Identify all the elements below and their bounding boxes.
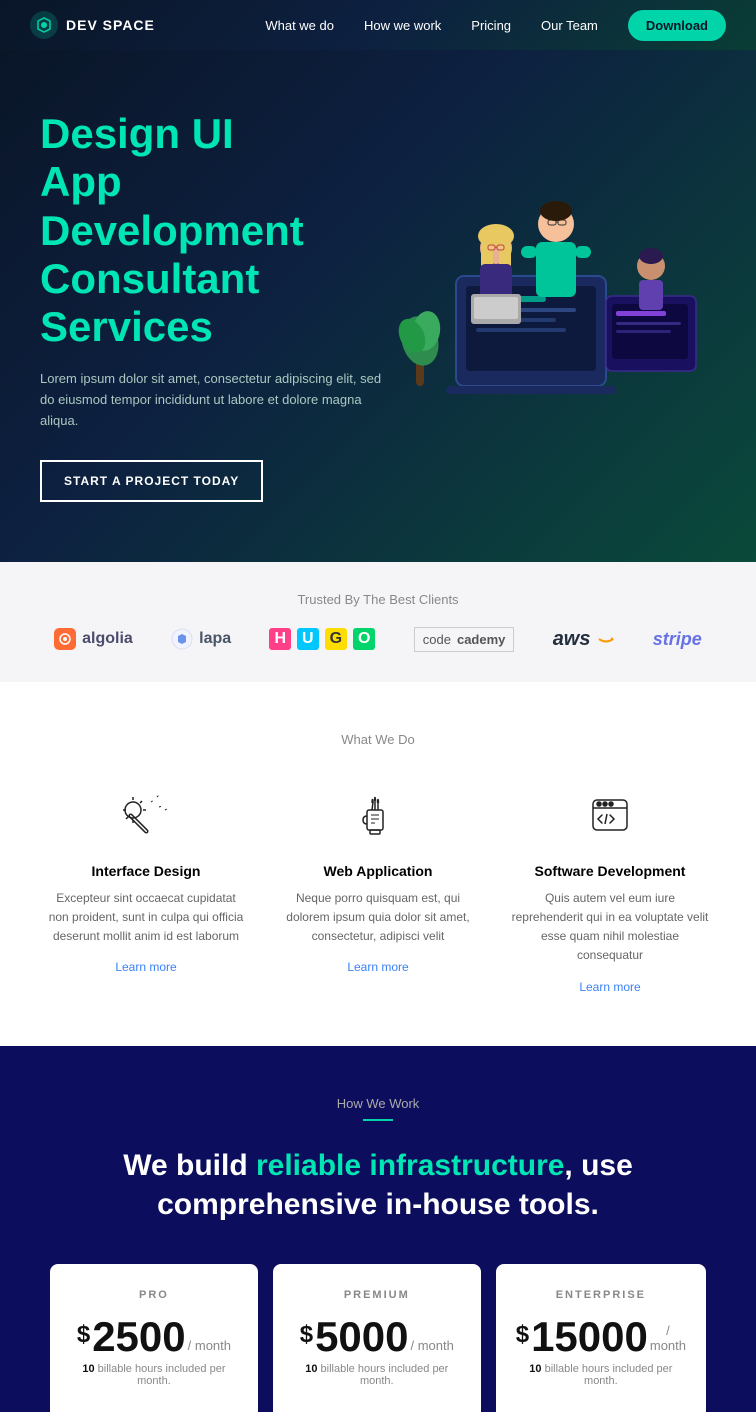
services-grid: Interface Design Excepteur sint occaecat… <box>40 787 716 996</box>
hugo-logo: H U G O <box>269 628 375 650</box>
algolia-logo: algolia <box>54 628 133 650</box>
magic-wand-icon <box>121 792 171 842</box>
nav-link-team[interactable]: Our Team <box>541 18 598 33</box>
service-web-desc: Neque porro quisquam est, qui dolorem ip… <box>278 889 478 947</box>
plan-enterprise-price: $ 15000 / month <box>516 1316 686 1358</box>
plan-premium-dollar: $ <box>300 1321 313 1349</box>
stripe-logo: stripe <box>653 629 702 650</box>
how-underline <box>363 1119 393 1121</box>
pricing-card-premium: PREMIUM $ 5000 / month 10 billable hours… <box>273 1264 481 1412</box>
what-we-do-section: What We Do Interface Design Exce <box>0 682 756 1046</box>
service-web-application: Web Application Neque porro quisquam est… <box>278 787 478 996</box>
plan-enterprise-period: / month <box>650 1323 686 1353</box>
plan-pro-amount: 2500 <box>92 1316 185 1358</box>
web-application-icon <box>348 787 408 847</box>
plan-premium-period: / month <box>411 1338 454 1353</box>
illustration-svg <box>396 176 706 426</box>
plan-premium-hours: 10 billable hours included per month. <box>293 1363 461 1387</box>
plan-premium-hours-text: billable hours included per month. <box>321 1363 449 1387</box>
code-flag-icon <box>585 792 635 842</box>
aws-smile-icon <box>597 634 615 644</box>
plan-premium-hours-num: 10 <box>305 1363 317 1375</box>
pricing-card-pro: PRO $ 2500 / month 10 billable hours inc… <box>50 1264 258 1412</box>
hugo-u: U <box>297 628 319 650</box>
clients-logos: algolia lapa H U G O codecademy aws st <box>40 627 716 652</box>
hugo-o: O <box>353 628 375 650</box>
service-web-link[interactable]: Learn more <box>347 960 408 974</box>
plan-pro-hours-num: 10 <box>82 1363 94 1375</box>
nav-link-what[interactable]: What we do <box>265 18 334 33</box>
hero-illustration <box>396 176 716 436</box>
coffee-pencil-icon <box>353 792 403 842</box>
lapa-logo: lapa <box>171 628 231 650</box>
service-interface-desc: Excepteur sint occaecat cupidatat non pr… <box>46 889 246 947</box>
hugo-h: H <box>269 628 291 650</box>
algolia-icon <box>54 628 76 650</box>
clients-label: Trusted By The Best Clients <box>40 592 716 607</box>
hugo-g: G <box>325 628 347 650</box>
codecademy-code: code <box>423 632 451 647</box>
service-software-title: Software Development <box>510 863 710 879</box>
plan-pro-hours-text: billable hours included per month. <box>98 1363 226 1387</box>
plan-enterprise-dollar: $ <box>516 1321 529 1349</box>
how-we-work-section: How We Work We build reliable infrastruc… <box>0 1046 756 1412</box>
clients-section: Trusted By The Best Clients algolia lapa… <box>0 562 756 682</box>
hero-section: Design UI App Development Consultant Ser… <box>0 50 756 562</box>
nav-link-pricing[interactable]: Pricing <box>471 18 511 33</box>
plan-pro-dollar: $ <box>77 1321 90 1349</box>
lapa-text: lapa <box>199 630 231 648</box>
plan-premium-price: $ 5000 / month <box>293 1316 461 1358</box>
stripe-text: stripe <box>653 629 702 650</box>
plan-pro-price: $ 2500 / month <box>70 1316 238 1358</box>
hero-title: Design UI App Development Consultant Ser… <box>40 110 396 351</box>
plan-premium-amount: 5000 <box>315 1316 408 1358</box>
interface-design-icon <box>116 787 176 847</box>
logo[interactable]: DEV SPACE <box>30 11 155 39</box>
software-dev-icon <box>580 787 640 847</box>
service-software-link[interactable]: Learn more <box>579 980 640 994</box>
service-interface-title: Interface Design <box>46 863 246 879</box>
lapa-icon <box>171 628 193 650</box>
plan-pro-hours: 10 billable hours included per month. <box>70 1363 238 1387</box>
pricing-card-enterprise: ENTERPRISE $ 15000 / month 10 billable h… <box>496 1264 706 1412</box>
codecademy-logo: code cademy <box>414 627 515 652</box>
navbar: DEV SPACE What we do How we work Pricing… <box>0 0 756 50</box>
service-software-desc: Quis autem vel eum iure reprehenderit qu… <box>510 889 710 966</box>
how-we-work-title: We build reliable infrastructure, use co… <box>40 1146 716 1224</box>
algolia-text: algolia <box>82 630 133 648</box>
pricing-cards: PRO $ 2500 / month 10 billable hours inc… <box>40 1264 716 1412</box>
how-we-work-label: How We Work <box>40 1096 716 1111</box>
what-we-do-label: What We Do <box>40 732 716 747</box>
download-button[interactable]: Download <box>628 10 726 41</box>
plan-enterprise-hours-num: 10 <box>529 1363 541 1375</box>
plan-pro-name: PRO <box>70 1289 238 1301</box>
plan-enterprise-hours-text: billable hours included per month. <box>545 1363 673 1387</box>
hero-text: Design UI App Development Consultant Ser… <box>40 110 396 502</box>
aws-logo: aws <box>553 628 615 651</box>
nav-links: What we do How we work Pricing Our Team … <box>265 10 726 41</box>
plan-enterprise-hours: 10 billable hours included per month. <box>516 1363 686 1387</box>
service-interface-link[interactable]: Learn more <box>115 960 176 974</box>
plan-enterprise-amount: 15000 <box>531 1316 648 1358</box>
service-interface-design: Interface Design Excepteur sint occaecat… <box>46 787 246 996</box>
service-web-title: Web Application <box>278 863 478 879</box>
plan-premium-name: PREMIUM <box>293 1289 461 1301</box>
aws-text: aws <box>553 628 591 651</box>
logo-text: DEV SPACE <box>66 17 155 33</box>
nav-link-how[interactable]: How we work <box>364 18 441 33</box>
how-title-highlight: reliable infrastructure <box>256 1149 564 1182</box>
plan-pro-period: / month <box>188 1338 231 1353</box>
service-software-dev: Software Development Quis autem vel eum … <box>510 787 710 996</box>
start-project-button[interactable]: START A PROJECT TODAY <box>40 460 263 502</box>
how-title-part1: We build <box>123 1149 256 1182</box>
plan-enterprise-name: ENTERPRISE <box>516 1289 686 1301</box>
codecademy-cademy: cademy <box>457 632 505 647</box>
hero-description: Lorem ipsum dolor sit amet, consectetur … <box>40 369 396 431</box>
